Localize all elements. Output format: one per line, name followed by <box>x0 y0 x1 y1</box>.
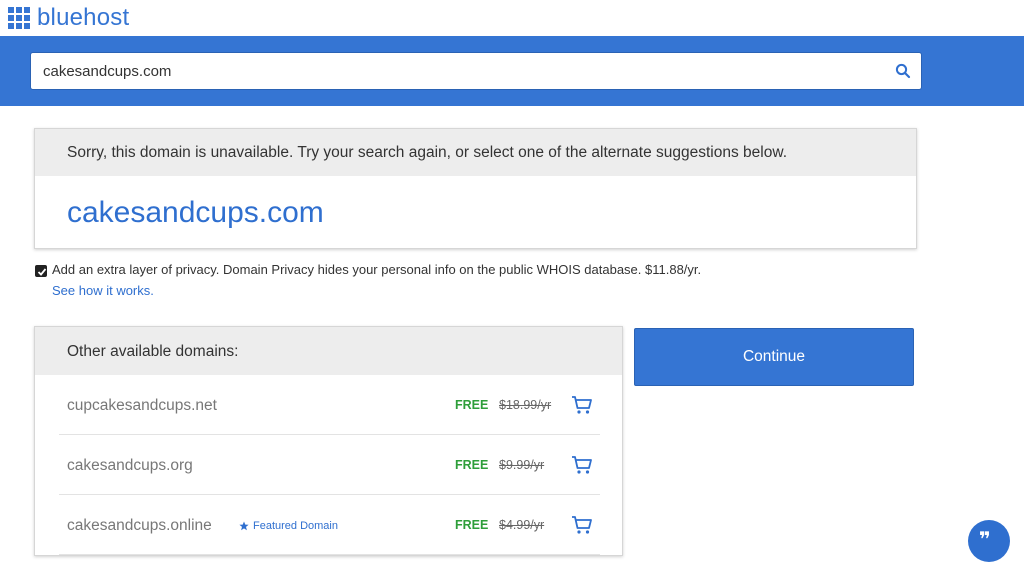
search-icon[interactable] <box>895 63 911 79</box>
privacy-description: Add an extra layer of privacy. Domain Pr… <box>52 262 702 277</box>
search-band <box>0 36 1024 106</box>
see-how-it-works-link[interactable]: See how it works. <box>52 283 154 298</box>
chat-icon: ❞ <box>979 527 991 551</box>
star-icon <box>239 521 249 531</box>
bluehost-logo[interactable]: bluehost <box>8 5 129 31</box>
domain-old-price: $9.99/yr <box>499 458 545 472</box>
top-header: bluehost <box>0 0 1024 36</box>
other-domains-card: Other available domains: cupcakesandcups… <box>34 326 623 556</box>
domain-row: cakesandcups.online Featured Domain FREE… <box>59 495 600 555</box>
domain-price: FREE <box>455 398 489 412</box>
checkmark-icon <box>37 268 47 276</box>
add-to-cart-icon[interactable] <box>571 515 593 535</box>
logo-grid-icon <box>8 7 30 29</box>
search-result-card: Sorry, this domain is unavailable. Try y… <box>34 128 917 249</box>
domain-row: cupcakesandcups.net FREE $18.99/yr <box>59 375 600 435</box>
domain-name: cupcakesandcups.net <box>67 397 217 414</box>
domain-search-input[interactable] <box>43 53 883 89</box>
featured-domain-badge: Featured Domain <box>239 520 338 532</box>
domain-old-price: $4.99/yr <box>499 518 545 532</box>
unavailable-message: Sorry, this domain is unavailable. Try y… <box>35 129 916 176</box>
chat-button[interactable]: ❞ <box>968 520 1010 562</box>
domain-row: cakesandcups.org FREE $9.99/yr <box>59 435 600 495</box>
add-to-cart-icon[interactable] <box>571 395 593 415</box>
add-to-cart-icon[interactable] <box>571 455 593 475</box>
domain-name: cakesandcups.online <box>67 517 212 534</box>
domain-price: FREE <box>455 458 489 472</box>
domain-old-price: $18.99/yr <box>499 398 552 412</box>
domain-price: FREE <box>455 518 489 532</box>
featured-domain-label: Featured Domain <box>253 520 338 532</box>
other-domains-title: Other available domains: <box>35 327 622 375</box>
brand-name: bluehost <box>37 4 130 31</box>
privacy-checkbox[interactable] <box>35 265 47 277</box>
continue-button[interactable]: Continue <box>634 328 914 386</box>
domain-search-box <box>30 52 922 90</box>
domain-name: cakesandcups.org <box>67 457 193 474</box>
searched-domain: cakesandcups.com <box>67 196 324 229</box>
